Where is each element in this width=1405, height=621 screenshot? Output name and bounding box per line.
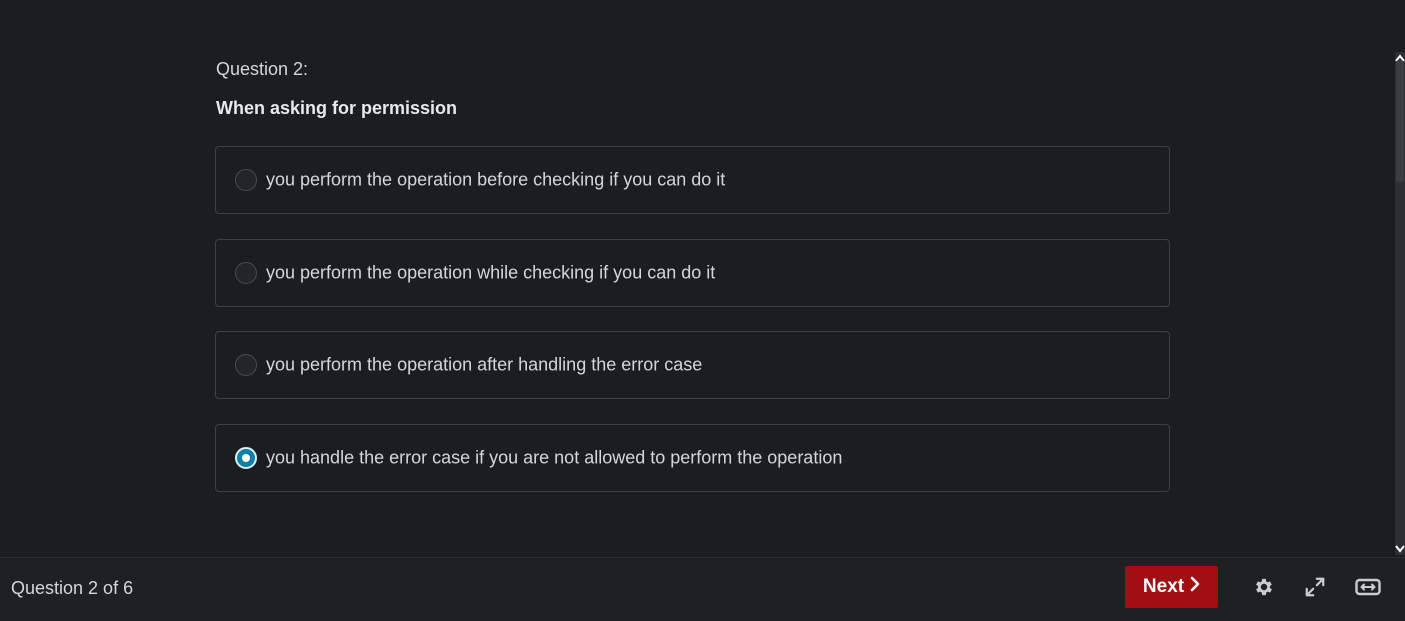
question-prompt: When asking for permission — [216, 98, 458, 118]
radio-button[interactable] — [235, 262, 257, 284]
next-button-label: Next — [1142, 576, 1185, 597]
radio-button[interactable] — [235, 169, 257, 191]
answer-label: you handle the error case if you are not… — [266, 447, 843, 468]
radio-button-selected[interactable] — [235, 447, 257, 469]
scrollbar[interactable] — [1395, 52, 1405, 555]
next-button[interactable]: Next — [1125, 566, 1218, 608]
answer-label: you perform the operation before checkin… — [266, 169, 726, 190]
answer-option-3[interactable]: you perform the operation after handling… — [215, 331, 1170, 399]
gear-icon[interactable] — [1251, 574, 1277, 600]
question-number: Question 2: — [216, 59, 309, 79]
scrollbar-thumb[interactable] — [1396, 60, 1404, 182]
quiz-main: Question 2: When asking for permission y… — [0, 0, 1405, 557]
expand-icon[interactable] — [1302, 574, 1328, 600]
answer-option-2[interactable]: you perform the operation while checking… — [215, 239, 1170, 307]
question-progress: Question 2 of 6 — [11, 578, 134, 598]
scroll-down-icon[interactable] — [1395, 545, 1405, 555]
chevron-right-icon — [1190, 576, 1200, 598]
radio-button[interactable] — [235, 354, 257, 376]
answer-option-1[interactable]: you perform the operation before checkin… — [215, 146, 1170, 214]
answer-option-4[interactable]: you handle the error case if you are not… — [215, 424, 1170, 492]
answer-label: you perform the operation after handling… — [266, 354, 703, 375]
theater-mode-icon[interactable] — [1354, 574, 1382, 600]
answer-label: you perform the operation while checking… — [266, 262, 716, 283]
quiz-footer: Question 2 of 6 Next — [0, 557, 1405, 621]
